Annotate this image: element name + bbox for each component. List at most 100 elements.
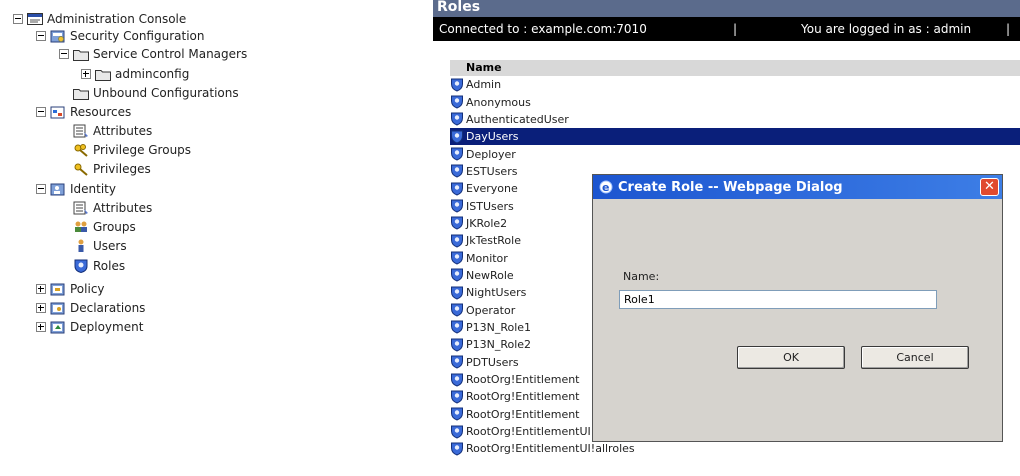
tree-item-users[interactable]: Users [73, 237, 127, 255]
role-icon [450, 182, 464, 196]
logged-in-info: You are logged in as : admin [801, 22, 972, 36]
collapse-toggle-icon[interactable] [36, 107, 46, 117]
role-icon [450, 130, 464, 144]
expand-toggle-icon[interactable] [81, 69, 91, 79]
dialog-title-bar[interactable]: e Create Role -- Webpage Dialog [593, 175, 1002, 199]
tree-item-label: Users [93, 239, 127, 253]
table-row[interactable]: Anonymous [450, 93, 1020, 110]
cancel-button[interactable]: Cancel [861, 346, 969, 369]
role-name: Everyone [466, 182, 518, 196]
role-name: Operator [466, 303, 516, 317]
folder-icon [95, 67, 111, 81]
role-name: PDTUsers [466, 355, 519, 369]
role-name: P13N_Role2 [466, 338, 532, 352]
separator: | [733, 22, 738, 36]
attributes-icon [73, 201, 89, 215]
role-icon [450, 251, 464, 265]
privileges-icon [73, 162, 89, 176]
role-icon [450, 268, 464, 282]
role-name: AuthenticatedUser [466, 112, 569, 126]
role-icon [450, 407, 464, 421]
tree-item-deployment[interactable]: Deployment [36, 318, 143, 336]
tree-item-label: Security Configuration [70, 29, 205, 43]
tree-item-adminconfig[interactable]: adminconfig [81, 65, 189, 83]
tree-item-label: Identity [70, 182, 116, 196]
tree-item-identity-attributes[interactable]: Attributes [73, 199, 152, 217]
role-icon [450, 216, 464, 230]
tree-item-label: Administration Console [47, 12, 187, 26]
collapse-toggle-icon[interactable] [36, 184, 46, 194]
role-name: DayUsers [466, 130, 519, 144]
role-icon [450, 286, 464, 300]
security-config-icon [50, 29, 66, 43]
console-icon [27, 12, 43, 26]
tree-item-resources[interactable]: Resources [36, 103, 131, 121]
table-row[interactable]: Admin [450, 76, 1020, 93]
dialog-title: Create Role -- Webpage Dialog [618, 179, 843, 195]
role-icon [450, 234, 464, 248]
column-header-name[interactable]: Name [450, 60, 1020, 76]
expand-toggle-icon[interactable] [36, 284, 46, 294]
folder-icon [73, 86, 89, 100]
table-row[interactable]: RootOrg!EntitlementUI!allroles [450, 440, 1020, 457]
tree-item-groups[interactable]: Groups [73, 218, 136, 236]
role-icon [450, 373, 464, 387]
role-name: Monitor [466, 251, 508, 265]
role-icon [450, 199, 464, 213]
collapse-toggle-icon[interactable] [13, 14, 23, 24]
role-name: Anonymous [466, 95, 531, 109]
ok-button[interactable]: OK [737, 346, 845, 369]
groups-icon [73, 220, 89, 234]
tree-item-roles[interactable]: Roles [73, 257, 125, 275]
navigation-tree: Administration Console Security Configur… [0, 0, 420, 476]
role-name: JkTestRole [466, 234, 521, 248]
tree-item-label: Deployment [70, 320, 144, 334]
tree-item-privileges[interactable]: Privileges [73, 160, 151, 178]
tree-item-service-control-managers[interactable]: Service Control Managers [59, 45, 247, 63]
tree-item-security-configuration[interactable]: Security Configuration [36, 27, 204, 45]
tree-item-privilege-groups[interactable]: Privilege Groups [73, 141, 191, 159]
close-button[interactable]: ✕ [980, 178, 999, 196]
collapse-toggle-icon[interactable] [59, 49, 69, 59]
role-name: NightUsers [466, 286, 527, 300]
name-label: Name: [623, 270, 660, 283]
tree-item-label: Privileges [93, 162, 151, 176]
tree-item-label: Policy [70, 282, 105, 296]
tree-item-identity[interactable]: Identity [36, 180, 116, 198]
role-name: RootOrg!Entitlement [466, 373, 580, 387]
role-icon [450, 78, 464, 92]
role-name-input[interactable] [619, 290, 937, 309]
tree-item-declarations[interactable]: Declarations [36, 299, 145, 317]
tree-item-unbound-configurations[interactable]: Unbound Configurations [73, 84, 239, 102]
role-name: ISTUsers [466, 199, 514, 213]
user-icon [73, 239, 89, 253]
role-name: NewRole [466, 268, 514, 282]
tree-item-administration-console[interactable]: Administration Console [13, 10, 186, 28]
table-row[interactable]: DayUsers [450, 128, 1020, 146]
table-row[interactable]: Deployer [450, 145, 1020, 162]
resources-icon [50, 105, 66, 119]
role-icon [450, 338, 464, 352]
role-icon [450, 320, 464, 335]
privilege-groups-icon [73, 143, 89, 157]
role-name: RootOrg!Entitlement [466, 407, 580, 421]
folder-icon [73, 47, 89, 61]
tree-item-resource-attributes[interactable]: Attributes [73, 122, 152, 140]
tree-item-label: Attributes [93, 201, 153, 215]
tree-item-label: Groups [93, 220, 136, 234]
role-icon [450, 425, 464, 439]
identity-icon [50, 182, 66, 196]
tree-item-policy[interactable]: Policy [36, 280, 105, 298]
role-icon [450, 112, 464, 126]
table-row[interactable]: AuthenticatedUser [450, 111, 1020, 128]
role-name: JKRole2 [466, 216, 508, 230]
expand-toggle-icon[interactable] [36, 322, 46, 332]
tree-item-label: Unbound Configurations [93, 86, 239, 100]
policy-icon [50, 282, 66, 296]
collapse-toggle-icon[interactable] [36, 31, 46, 41]
role-name: Admin [466, 78, 502, 92]
role-icon [450, 147, 464, 161]
role-icon [450, 95, 464, 109]
expand-toggle-icon[interactable] [36, 303, 46, 313]
page-title: Roles [433, 0, 1020, 17]
